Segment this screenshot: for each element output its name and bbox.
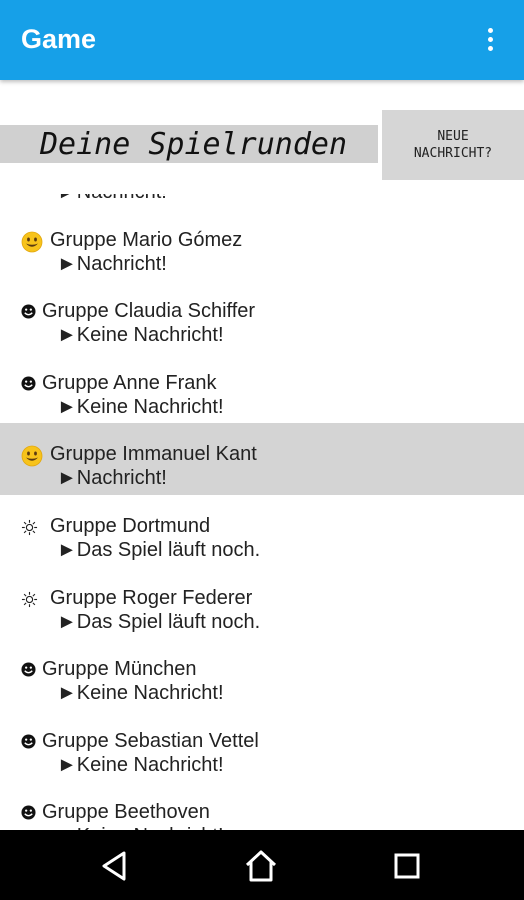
list-item-title: Gruppe Anne Frank bbox=[42, 371, 217, 394]
list-item-title: Gruppe Roger Federer bbox=[50, 586, 253, 609]
game-list[interactable]: Gruppe Joachim Löw►Nachricht!Gruppe Mari… bbox=[0, 194, 524, 830]
back-icon[interactable] bbox=[98, 849, 132, 883]
list-item[interactable]: Gruppe Roger Federer ►Das Spiel läuft noc… bbox=[0, 567, 524, 639]
list-item-title: Gruppe Claudia Schiffer bbox=[42, 300, 256, 323]
new-message-button-line1: NEUE bbox=[437, 129, 469, 144]
new-message-button-line2: NACHRICHT? bbox=[413, 146, 493, 161]
smiley-face-icon bbox=[21, 304, 36, 319]
list-item[interactable]: Gruppe Beethoven►Keine Nachricht! bbox=[0, 781, 524, 830]
home-icon[interactable] bbox=[244, 849, 278, 883]
list-item-subtitle: ►Keine Nachricht! bbox=[57, 753, 224, 776]
list-item[interactable]: Gruppe Dortmund ►Das Spiel läuft noch. bbox=[0, 495, 524, 567]
list-item-title: Gruppe München bbox=[42, 658, 197, 681]
list-item-subtitle: ►Nachricht! bbox=[57, 252, 167, 275]
list-item-subtitle: ►Keine Nachricht! bbox=[57, 395, 224, 418]
section-title: Deine Spielrunden bbox=[40, 127, 348, 162]
app-title: Game bbox=[21, 24, 97, 54]
list-item-subtitle: ►Keine Nachricht! bbox=[57, 682, 224, 705]
smiley-emoji-icon bbox=[21, 445, 43, 467]
sun-icon bbox=[21, 519, 38, 536]
system-nav-bar bbox=[0, 830, 524, 900]
new-message-button[interactable]: NEUE NACHRICHT? bbox=[382, 110, 524, 180]
list-item[interactable]: Gruppe Claudia Schiffer ►Keine Nachricht! bbox=[0, 280, 524, 352]
list-item-subtitle: ►Das Spiel läuft noch. bbox=[57, 538, 261, 561]
smiley-face-icon bbox=[21, 662, 36, 677]
list-item-subtitle: ►Keine Nachricht! bbox=[57, 324, 224, 347]
list-item[interactable]: Gruppe Sebastian Vettel ►Keine Nachricht! bbox=[0, 710, 524, 782]
list-item[interactable]: Gruppe München ►Keine Nachricht! bbox=[0, 638, 524, 710]
list-item-subtitle: ►Nachricht! bbox=[57, 194, 167, 204]
list-item-title: Gruppe Beethoven bbox=[42, 801, 210, 824]
sun-icon bbox=[21, 591, 38, 608]
list-item[interactable]: Gruppe Joachim Löw►Nachricht! bbox=[0, 194, 524, 209]
list-item-subtitle: ►Nachricht! bbox=[57, 467, 167, 490]
game-list-content: Gruppe Joachim Löw►Nachricht!Gruppe Mari… bbox=[0, 194, 524, 830]
smiley-face-icon bbox=[21, 376, 36, 391]
list-item-title: Gruppe Mario Gómez bbox=[50, 228, 243, 251]
list-item-title: Gruppe Immanuel Kant bbox=[50, 443, 257, 466]
list-item[interactable]: Gruppe Anne Frank ►Keine Nachricht! bbox=[0, 352, 524, 424]
list-item-subtitle: ►Das Spiel läuft noch. bbox=[57, 610, 261, 633]
recents-icon[interactable] bbox=[390, 849, 424, 883]
smiley-face-icon bbox=[21, 805, 36, 820]
list-item-title: Gruppe Dortmund bbox=[50, 514, 211, 537]
list-item[interactable]: Gruppe Mario Gómez ►Nachricht! bbox=[0, 209, 524, 281]
overflow-menu-icon[interactable] bbox=[480, 25, 502, 55]
list-item[interactable]: Gruppe Immanuel Kant ►Nachricht! bbox=[0, 423, 524, 495]
list-item-title: Gruppe Sebastian Vettel bbox=[42, 729, 259, 752]
smiley-face-icon bbox=[21, 734, 36, 749]
app-bar: Game bbox=[0, 0, 524, 80]
smiley-emoji-icon bbox=[21, 231, 43, 253]
